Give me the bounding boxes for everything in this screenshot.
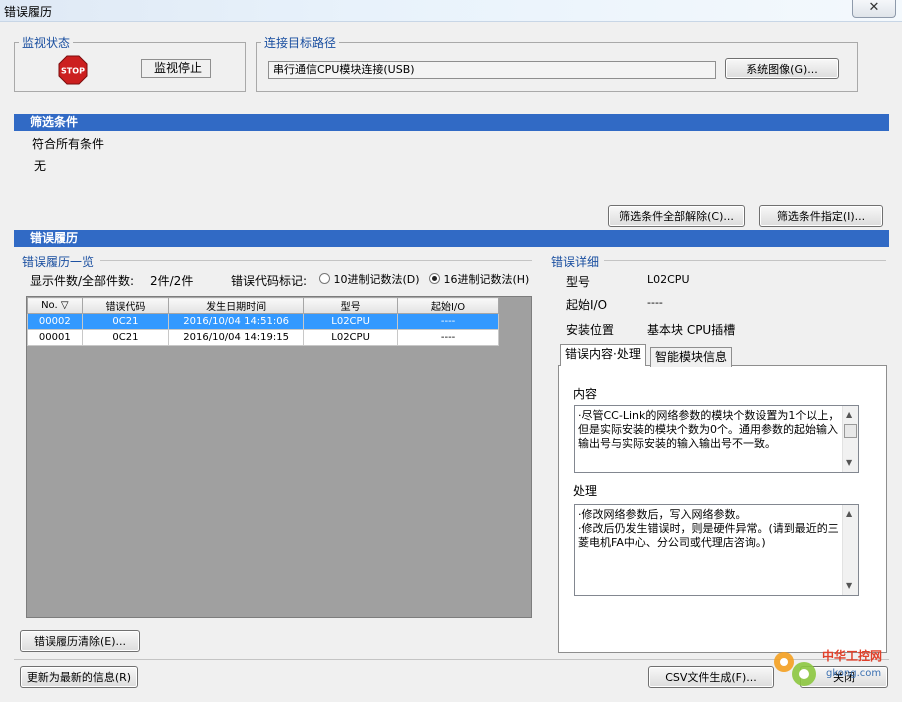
monitor-status-legend: 监视状态 — [19, 34, 74, 51]
scroll-up-icon[interactable]: ▲ — [846, 408, 852, 422]
filter-clear-all-button[interactable]: 筛选条件全部解除(C)... — [608, 205, 745, 227]
history-list-legend: 错误履历一览 — [22, 255, 95, 269]
action-label: 处理 — [573, 484, 598, 498]
tab-intelligent-module-info[interactable]: 智能模块信息 — [650, 347, 733, 367]
radio-hexadecimal-label: 16进制记数法(H) — [443, 273, 530, 286]
detail-io-label: 起始I/O — [566, 298, 608, 312]
filter-section-header: 筛选条件 — [14, 114, 889, 131]
scroll-thumb[interactable] — [844, 424, 857, 438]
content-label: 内容 — [573, 387, 598, 401]
table-row[interactable]: 00001 0C21 2016/10/04 14:19:15 L02CPU --… — [27, 329, 499, 346]
error-detail-legend-line — [604, 260, 886, 261]
stop-sign-icon: STOP — [58, 55, 88, 85]
watermark-text-1: 中华工控网 — [822, 648, 882, 663]
window-title: 错误履历 — [4, 5, 53, 19]
table-header-row: No. ▽ 错误代码 发生日期时间 型号 起始I/O — [27, 297, 499, 314]
count-value: 2件/2件 — [150, 274, 194, 288]
cell-no: 00002 — [27, 313, 83, 330]
cell-datetime: 2016/10/04 14:51:06 — [168, 313, 305, 330]
column-header-error-code[interactable]: 错误代码 — [81, 297, 170, 314]
cell-no: 00001 — [27, 329, 83, 346]
cell-datetime: 2016/10/04 14:19:15 — [168, 329, 305, 346]
column-header-datetime[interactable]: 发生日期时间 — [168, 297, 305, 314]
code-notation-label: 错误代码标记: — [231, 274, 308, 288]
error-history-section-header: 错误履历 — [14, 230, 889, 247]
csv-export-button[interactable]: CSV文件生成(F)... — [648, 666, 774, 688]
refresh-button[interactable]: 更新为最新的信息(R) — [20, 666, 138, 688]
detail-location-label: 安装位置 — [566, 323, 615, 337]
content-textbox[interactable]: ·尽管CC-Link的网络参数的模块个数设置为1个以上，但是实际安装的模块个数为… — [574, 405, 859, 473]
action-textbox[interactable]: ·修改网络参数后，写入网络参数。 ·修改后仍发生错误时，则是硬件异常。(请到最近… — [574, 504, 859, 596]
cell-start-io: ---- — [397, 313, 499, 330]
error-detail-legend: 错误详细 — [551, 255, 600, 269]
detail-location-value: 基本块 CPU插槽 — [647, 323, 736, 337]
content-scrollbar[interactable]: ▲ ▼ — [842, 406, 858, 472]
radio-hexadecimal-circle[interactable] — [429, 273, 440, 284]
filter-condition-value: 无 — [34, 159, 47, 173]
cell-error-code: 0C21 — [81, 329, 170, 346]
filter-specify-button[interactable]: 筛选条件指定(I)... — [759, 205, 883, 227]
connection-path-field: 串行通信CPU模块连接(USB) — [268, 61, 716, 79]
watermark-logo-icon: 中华工控网 gkong.com — [774, 648, 882, 686]
column-header-start-io[interactable]: 起始I/O — [397, 297, 499, 314]
cell-start-io: ---- — [397, 329, 499, 346]
history-list-legend-line — [100, 260, 532, 261]
detail-model-value: L02CPU — [647, 273, 690, 286]
footer-divider — [14, 659, 889, 660]
radio-decimal-circle[interactable] — [319, 273, 330, 284]
cell-model: L02CPU — [303, 313, 399, 330]
detail-io-value: ---- — [647, 296, 663, 309]
column-header-no[interactable]: No. ▽ — [27, 297, 83, 314]
monitor-status-value: 监视停止 — [141, 59, 211, 78]
cell-model: L02CPU — [303, 329, 399, 346]
watermark-text-2: gkong.com — [826, 668, 881, 679]
window-close-button[interactable]: ✕ — [852, 0, 896, 18]
clear-history-button[interactable]: 错误履历清除(E)... — [20, 630, 140, 652]
tab-error-content[interactable]: 错误内容·处理 — [560, 344, 646, 366]
error-history-grid[interactable]: No. ▽ 错误代码 发生日期时间 型号 起始I/O 00002 0C21 20… — [26, 296, 532, 618]
action-text-1: ·修改网络参数后，写入网络参数。 — [578, 508, 747, 521]
system-image-button[interactable]: 系统图像(G)... — [725, 58, 839, 79]
connection-path-legend: 连接目标路径 — [261, 34, 340, 51]
count-label: 显示件数/全部件数: — [30, 274, 135, 288]
action-text-2: ·修改后仍发生错误时，则是硬件异常。(请到最近的三菱电机FA中心、分公司或代理店… — [578, 522, 839, 549]
scroll-down-icon[interactable]: ▼ — [846, 456, 852, 470]
detail-model-label: 型号 — [566, 275, 591, 289]
error-history-table: No. ▽ 错误代码 发生日期时间 型号 起始I/O 00002 0C21 20… — [27, 297, 499, 346]
scroll-up-icon[interactable]: ▲ — [846, 507, 852, 521]
cell-error-code: 0C21 — [81, 313, 170, 330]
table-row[interactable]: 00002 0C21 2016/10/04 14:51:06 L02CPU --… — [27, 313, 499, 330]
radio-decimal[interactable]: 10进制记数法(D) — [319, 271, 420, 287]
content-text: ·尽管CC-Link的网络参数的模块个数设置为1个以上，但是实际安装的模块个数为… — [578, 409, 840, 450]
title-bar — [0, 0, 902, 22]
filter-condition-text: 符合所有条件 — [32, 137, 105, 151]
radio-hexadecimal[interactable]: 16进制记数法(H) — [429, 271, 529, 287]
column-header-model[interactable]: 型号 — [303, 297, 399, 314]
radio-decimal-label: 10进制记数法(D) — [333, 273, 420, 286]
stop-sign-label: STOP — [61, 67, 85, 76]
scroll-down-icon[interactable]: ▼ — [846, 579, 852, 593]
action-scrollbar[interactable]: ▲ ▼ — [842, 505, 858, 595]
